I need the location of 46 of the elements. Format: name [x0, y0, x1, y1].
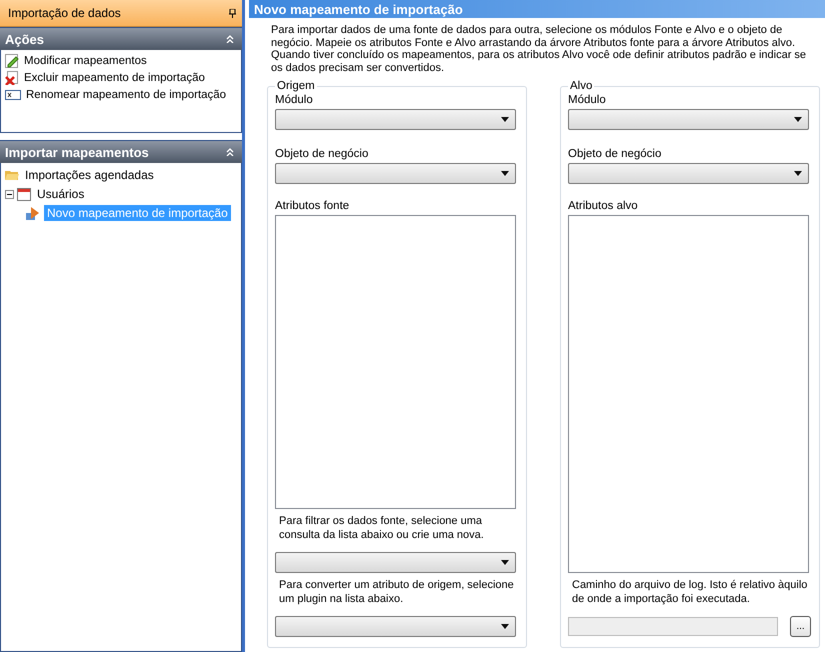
dropdown[interactable] — [275, 163, 516, 184]
action-link[interactable]: Renomear mapeamento de importação — [26, 89, 226, 101]
hint-text: Caminho do arquivo de log. Isto é relativo àquilo de onde a importação foi executada. — [572, 579, 808, 606]
tree-item[interactable]: Importações agendadas — [22, 167, 157, 183]
dropdown[interactable] — [275, 616, 516, 637]
import-icon — [25, 205, 41, 221]
panel-title: Novo mapeamento de importação — [249, 0, 825, 18]
group-title: Origem — [276, 80, 316, 92]
dropdown[interactable] — [275, 109, 516, 130]
hint-text: Para converter um atributo de origem, selecione um plugin na lista abaixo. — [279, 579, 515, 606]
dropdown[interactable] — [275, 552, 516, 573]
caret-icon — [794, 171, 802, 176]
caret-icon — [794, 117, 802, 122]
section-header[interactable]: Ações — [0, 27, 242, 50]
action-link[interactable]: Modificar mapeamentos — [24, 55, 147, 67]
folder-icon — [5, 169, 19, 181]
dropdown[interactable] — [568, 109, 809, 130]
field-label: Módulo — [568, 94, 607, 106]
section-title: Ações — [5, 32, 44, 46]
field-label: Atributos fonte — [275, 200, 350, 212]
caret-icon — [501, 171, 509, 176]
pencil-icon — [5, 54, 19, 68]
browse-button[interactable]: ... — [790, 616, 811, 637]
field-label: Módulo — [275, 94, 314, 106]
caret-icon — [501, 624, 509, 629]
field-label: Atributos alvo — [568, 200, 639, 212]
pane-title: Importação de dados — [8, 6, 121, 20]
tree-item[interactable]: Usuários — [34, 186, 88, 202]
delete-icon — [5, 71, 19, 85]
caret-icon — [501, 117, 509, 122]
dropdown[interactable] — [568, 163, 809, 184]
field-label: Objeto de negócio — [568, 148, 662, 160]
collapse-icon[interactable] — [226, 148, 234, 156]
action-link[interactable]: Excluir mapeamento de importação — [24, 72, 205, 84]
hint-text: Para filtrar os dados fonte, selecione uma consulta da lista abaixo ou crie uma nova. — [279, 515, 485, 542]
collapse-icon[interactable] — [226, 35, 234, 43]
group-title: Alvo — [569, 80, 594, 92]
field-label: Objeto de negócio — [275, 148, 370, 160]
description-text: Para importar dados de uma fonte de dados para outra, selecione os módulos Fonte e Alvo e o objeto de negócio. Mapeie os atributos Fonte e Alvo arrastando da árvore Atributos fonte para a árvore Atributos alvo. Quando tiver concluído os mapeamentos, para os atributos Alvo você ode definir atributos padrão e indicar se os dados precisam ser convertidos. — [271, 24, 808, 74]
pin-icon[interactable] — [229, 8, 236, 18]
calendar-icon — [17, 187, 31, 201]
caret-icon — [501, 560, 509, 565]
section-title: Importar mapeamentos — [5, 144, 149, 160]
rename-icon — [5, 90, 21, 100]
section-header[interactable]: Importar mapeamentos — [0, 140, 242, 163]
minus-icon[interactable] — [5, 190, 14, 198]
